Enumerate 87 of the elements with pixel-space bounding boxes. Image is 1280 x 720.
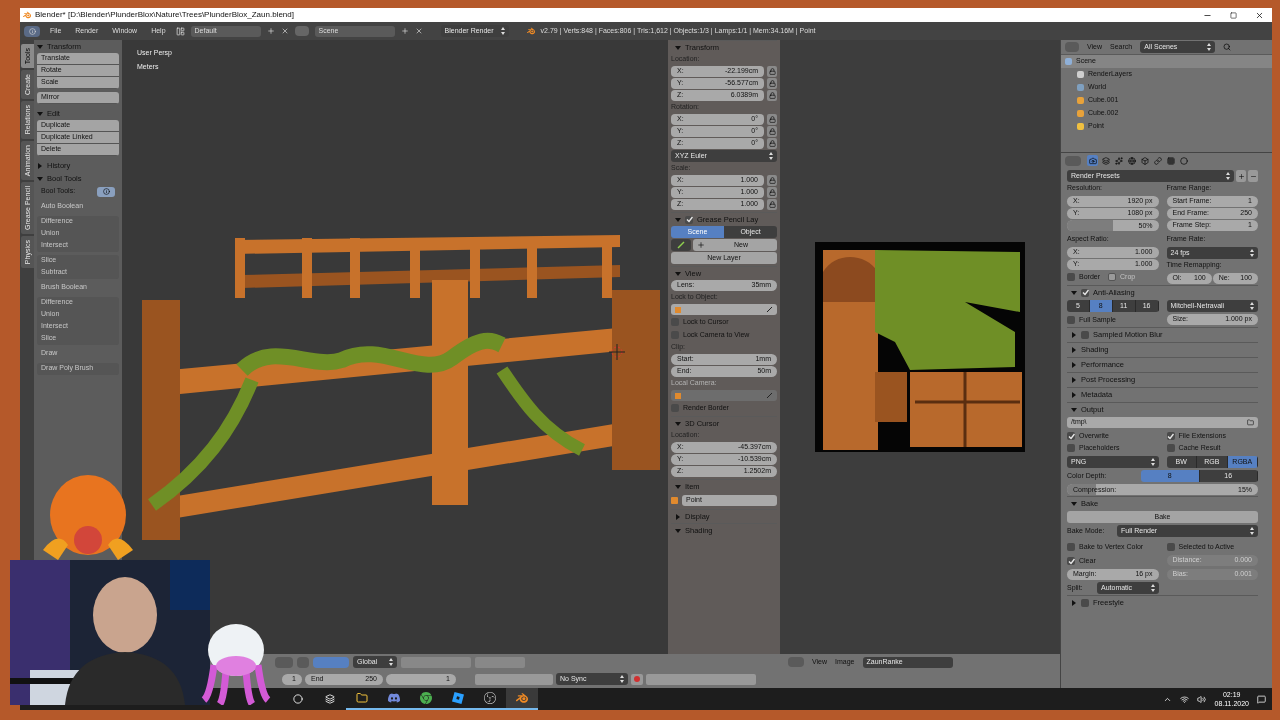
sparkle-icon[interactable] bbox=[1113, 155, 1124, 166]
updown-arrow-icon bbox=[1150, 584, 1155, 592]
blender-icon bbox=[526, 27, 535, 35]
globe-icon[interactable] bbox=[1126, 155, 1137, 166]
checkbox[interactable] bbox=[1067, 543, 1075, 551]
lock-icon[interactable] bbox=[767, 126, 777, 137]
delete-icon[interactable] bbox=[280, 27, 289, 35]
record-icon[interactable] bbox=[631, 673, 643, 685]
checkbox[interactable] bbox=[1081, 330, 1089, 339]
circle-icon[interactable] bbox=[1178, 155, 1189, 166]
checkbox[interactable] bbox=[1081, 598, 1089, 607]
collapsed-arrow-icon bbox=[1071, 376, 1077, 383]
help-icon[interactable] bbox=[97, 186, 115, 197]
expanded-arrow-icon bbox=[675, 527, 681, 534]
updown-arrow-icon bbox=[1150, 458, 1155, 466]
cube-icon[interactable] bbox=[1139, 155, 1150, 166]
lock-icon[interactable] bbox=[767, 187, 777, 198]
lock-icon[interactable] bbox=[767, 175, 777, 186]
updown-arrow-icon bbox=[389, 658, 393, 666]
checkbox[interactable] bbox=[1067, 316, 1075, 324]
lock-icon[interactable] bbox=[767, 90, 777, 101]
maximize-icon[interactable] bbox=[1230, 11, 1237, 19]
screen-layout-icon[interactable] bbox=[175, 26, 185, 36]
layers-icon[interactable] bbox=[1100, 155, 1111, 166]
eyedropper-icon bbox=[766, 392, 773, 399]
collapsed-arrow-icon bbox=[37, 162, 43, 169]
plus-icon bbox=[697, 241, 705, 249]
expanded-arrow-icon bbox=[1071, 289, 1077, 296]
collapsed-arrow-icon bbox=[1071, 391, 1077, 398]
collapsed-arrow-icon bbox=[1071, 599, 1077, 606]
link-icon[interactable] bbox=[1152, 155, 1163, 166]
collapsed-arrow-icon bbox=[1071, 346, 1077, 353]
cube-icon bbox=[675, 306, 681, 313]
expanded-arrow-icon bbox=[675, 483, 681, 490]
search-icon[interactable] bbox=[1223, 43, 1232, 51]
updown-arrow-icon bbox=[1250, 249, 1254, 257]
lock-icon[interactable] bbox=[767, 138, 777, 149]
expanded-arrow-icon bbox=[37, 110, 43, 117]
cube-icon bbox=[671, 496, 678, 504]
pencil-icon[interactable] bbox=[671, 239, 691, 251]
updown-arrow-icon bbox=[769, 152, 773, 160]
camera-icon[interactable] bbox=[1087, 155, 1098, 166]
expanded-arrow-icon bbox=[1071, 406, 1077, 413]
lock-icon[interactable] bbox=[767, 114, 777, 125]
updown-arrow-icon bbox=[1226, 172, 1230, 180]
expanded-arrow-icon bbox=[675, 270, 681, 277]
add-icon[interactable] bbox=[400, 27, 409, 35]
updown-arrow-icon bbox=[1250, 302, 1254, 310]
object-field[interactable] bbox=[671, 390, 777, 401]
checkbox[interactable] bbox=[1166, 543, 1175, 551]
lock-icon[interactable] bbox=[767, 78, 777, 89]
updown-arrow-icon bbox=[1207, 43, 1212, 51]
updown-arrow-icon bbox=[620, 675, 624, 683]
object-field[interactable] bbox=[671, 304, 777, 315]
expanded-arrow-icon bbox=[37, 175, 43, 182]
grid-icon[interactable] bbox=[1165, 155, 1176, 166]
blender-icon bbox=[23, 11, 31, 19]
checkbox[interactable] bbox=[1166, 444, 1175, 452]
collapsed-arrow-icon bbox=[1071, 331, 1077, 338]
blender-icon[interactable] bbox=[506, 688, 538, 710]
add-icon[interactable] bbox=[266, 27, 275, 35]
cube-icon bbox=[675, 392, 681, 399]
expanded-arrow-icon bbox=[1071, 500, 1077, 507]
expanded-arrow-icon bbox=[675, 216, 681, 223]
collapsed-arrow-icon bbox=[1071, 361, 1077, 368]
folder-icon bbox=[1247, 419, 1254, 426]
add-preset-icon[interactable] bbox=[1236, 170, 1246, 182]
lock-icon[interactable] bbox=[767, 199, 777, 210]
checkbox[interactable] bbox=[1067, 444, 1075, 452]
eyedropper-icon bbox=[766, 306, 773, 313]
remove-preset-icon[interactable] bbox=[1248, 170, 1258, 182]
updown-arrow-icon bbox=[500, 27, 505, 35]
volume-icon[interactable] bbox=[1197, 694, 1207, 704]
crosshair-icon bbox=[609, 344, 625, 360]
checkbox[interactable] bbox=[1067, 273, 1075, 281]
wifi-icon[interactable] bbox=[1180, 694, 1190, 704]
collapsed-arrow-icon bbox=[675, 513, 681, 520]
expanded-arrow-icon bbox=[675, 44, 681, 51]
updown-arrow-icon bbox=[1250, 527, 1254, 535]
window-title: Blender* [D:\Blender\PlunderBlox\Nature\Trees\PlunderBlox_Zaun.blend] bbox=[35, 9, 294, 21]
expanded-arrow-icon bbox=[37, 43, 43, 50]
lock-icon[interactable] bbox=[767, 66, 777, 77]
close-icon[interactable] bbox=[1255, 10, 1264, 20]
info-icon[interactable] bbox=[24, 25, 40, 37]
notification-icon[interactable] bbox=[1257, 694, 1266, 704]
expanded-arrow-icon bbox=[675, 420, 681, 427]
delete-icon[interactable] bbox=[414, 27, 423, 35]
